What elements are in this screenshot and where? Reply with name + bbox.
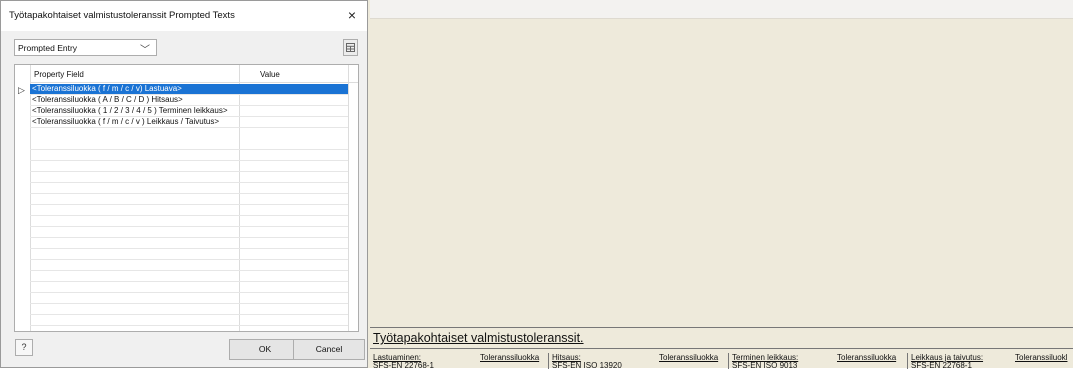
empty-row [30,150,348,161]
property-grid[interactable]: ▷ Property Field Value <Toleranssiluokka… [14,64,359,332]
empty-row [30,271,348,282]
column-divider [348,65,349,331]
grid-header: Property Field Value [30,65,358,83]
section-separator [548,353,549,369]
empty-row [30,205,348,216]
help-icon: ? [21,342,27,352]
empty-row [30,161,348,172]
section-separator [728,353,729,369]
table-row[interactable]: <Toleranssiluokka ( f / m / c / v ) Leik… [30,117,348,128]
title-block-divider [370,348,1073,349]
prompted-texts-dialog: Työtapakohtaiset valmistustoleranssit Pr… [0,0,368,368]
column-header-property-field: Property Field [34,70,84,79]
property-field-cell: <Toleranssiluokka ( A / B / C / D ) Hits… [32,95,183,104]
section-class-label: Toleranssiluokl [1015,353,1068,362]
empty-row [30,260,348,271]
property-field-cell: <Toleranssiluokka ( f / m / c / v ) Leik… [32,117,220,126]
dialog-titlebar[interactable]: Työtapakohtaiset valmistustoleranssit Pr… [1,1,367,31]
section-class-label: Toleranssiluokka [659,353,719,362]
table-icon [346,43,355,52]
section-separator [907,353,908,369]
title-block: Työtapakohtaiset valmistustoleranssit. L… [370,327,1073,370]
property-field-cell: <Toleranssiluokka ( f / m / c / v) Lastu… [32,84,182,93]
empty-row [30,326,348,331]
section-standard: SFS-EN ISO 13920 [552,361,622,370]
chevron-down-icon: ﹀ [140,45,150,56]
table-view-button[interactable] [343,39,358,56]
empty-row [30,183,348,194]
table-row[interactable]: <Toleranssiluokka ( 1 / 2 / 3 / 4 / 5 ) … [30,106,348,117]
property-field-cell: <Toleranssiluokka ( 1 / 2 / 3 / 4 / 5 ) … [32,106,228,115]
column-header-value: Value [260,70,280,79]
help-button[interactable]: ? [15,339,33,356]
empty-row [30,139,348,150]
empty-row [30,293,348,304]
cancel-button[interactable]: Cancel [293,339,365,360]
dropdown-value: Prompted Entry [18,43,78,53]
current-row-pointer-icon: ▷ [18,85,25,95]
section-standard: SFS-EN ISO 9013 [732,361,798,370]
canvas-top-strip [370,0,1073,19]
table-row[interactable]: <Toleranssiluokka ( f / m / c / v) Lastu… [30,84,348,95]
empty-row [30,194,348,205]
section-standard: SFS-EN 22768-1 [373,361,434,370]
close-icon[interactable]: × [343,6,361,24]
dialog-title: Työtapakohtaiset valmistustoleranssit Pr… [9,10,235,21]
empty-row [30,227,348,238]
empty-row [30,282,348,293]
empty-row [30,216,348,227]
empty-row [30,238,348,249]
empty-row [30,249,348,260]
section-standard: SFS-EN 22768-1 [911,361,972,370]
section-class-label: Toleranssiluokka [837,353,897,362]
empty-row [30,172,348,183]
empty-row [30,304,348,315]
empty-row [30,315,348,326]
section-class-label: Toleranssiluokka [480,353,540,362]
row-gutter [15,65,31,331]
ok-button[interactable]: OK [229,339,301,360]
title-block-heading: Työtapakohtaiset valmistustoleranssit. [373,331,584,345]
table-row[interactable]: <Toleranssiluokka ( A / B / C / D ) Hits… [30,95,348,106]
prompted-entry-dropdown[interactable]: Prompted Entry ﹀ [14,39,157,56]
